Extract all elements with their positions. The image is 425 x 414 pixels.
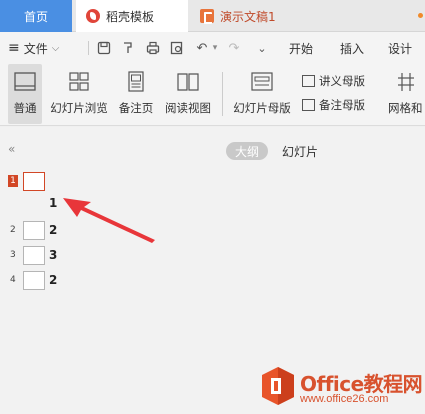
- divider: [88, 41, 89, 55]
- docer-icon: [86, 9, 100, 23]
- hamburger-icon: ≡: [8, 40, 20, 56]
- divider: [222, 72, 223, 116]
- format-painter-icon[interactable]: [120, 40, 136, 56]
- print-preview-icon[interactable]: [169, 40, 185, 56]
- tab-outline-label: 大纲: [234, 144, 259, 159]
- notes-page-icon: [123, 70, 149, 94]
- slide-master-icon: [249, 70, 275, 94]
- menu-start[interactable]: 开始: [289, 32, 313, 64]
- normal-view-button[interactable]: 普通: [8, 64, 42, 124]
- slide-number: 1: [8, 175, 18, 187]
- slide-sorter-icon: [66, 70, 92, 94]
- more-icon[interactable]: ⌄: [254, 40, 270, 56]
- tab-outline[interactable]: 大纲: [226, 142, 268, 160]
- save-icon[interactable]: [96, 40, 112, 56]
- menu-insert-label: 插入: [340, 41, 365, 56]
- collapse-panel-icon[interactable]: «: [8, 142, 15, 156]
- view-ribbon: 普通 幻灯片浏览 备注页 阅读视图 幻灯片母版 讲义母版 备注母版 网格和: [0, 64, 425, 126]
- normal-view-icon: [12, 70, 38, 94]
- tab-document[interactable]: 演示文稿1: [194, 0, 425, 32]
- handout-master-button[interactable]: 讲义母版: [302, 72, 365, 90]
- menu-insert[interactable]: 插入: [340, 32, 364, 64]
- slide-thumbnail[interactable]: [23, 221, 45, 240]
- chevron-down-icon: ⌵: [51, 42, 60, 54]
- print-icon[interactable]: [145, 40, 161, 56]
- normal-view-label: 普通: [13, 101, 37, 115]
- annotation-arrow-icon: [63, 198, 155, 243]
- tab-slides[interactable]: 幻灯片: [282, 142, 318, 160]
- grid-label: 网格和: [388, 101, 423, 115]
- tab-slides-label: 幻灯片: [282, 144, 319, 159]
- reading-view-button[interactable]: 阅读视图: [162, 64, 214, 124]
- outline-text[interactable]: 3: [49, 248, 57, 262]
- tab-template-label: 稻壳模板: [106, 9, 155, 24]
- chevron-down-icon[interactable]: ▾: [207, 40, 223, 56]
- slide-browse-label: 幻灯片浏览: [50, 101, 108, 115]
- tab-document-label: 演示文稿1: [220, 9, 276, 24]
- menu-design[interactable]: 设计: [388, 32, 412, 64]
- slide-thumbnail[interactable]: [23, 172, 45, 191]
- slide-browse-button[interactable]: 幻灯片浏览: [48, 64, 110, 124]
- file-menu[interactable]: ≡ 文件 ⌵: [8, 32, 59, 64]
- slide-number: 4: [10, 275, 16, 285]
- grid-button[interactable]: 网格和: [388, 64, 425, 124]
- notes-page-button[interactable]: 备注页: [116, 64, 156, 124]
- tab-template[interactable]: 稻壳模板: [76, 0, 188, 32]
- notes-master-label: 备注母版: [319, 98, 365, 112]
- slide-number: 3: [10, 250, 16, 260]
- slide-number: 2: [10, 225, 16, 235]
- book-icon: [175, 70, 201, 94]
- menu-start-label: 开始: [289, 41, 314, 56]
- handout-master-label: 讲义母版: [319, 74, 365, 88]
- reading-view-label: 阅读视图: [165, 101, 211, 115]
- presentation-icon: [200, 9, 214, 24]
- menu-design-label: 设计: [388, 41, 413, 56]
- watermark-url: www.office26.com: [300, 393, 389, 405]
- office-logo-icon: [262, 367, 294, 405]
- file-menu-label: 文件: [23, 41, 48, 56]
- redo-icon[interactable]: ↷: [226, 40, 242, 56]
- slide-thumbnail[interactable]: [23, 271, 45, 290]
- notes-master-button[interactable]: 备注母版: [302, 96, 365, 114]
- handout-icon: [302, 75, 315, 87]
- tab-home[interactable]: 首页: [0, 0, 72, 32]
- notes-master-icon: [302, 99, 315, 111]
- grid-icon: [398, 70, 424, 94]
- tab-bar: 首页 稻壳模板 演示文稿1: [0, 0, 425, 32]
- unsaved-dot-icon: [418, 13, 423, 18]
- notes-page-label: 备注页: [118, 101, 154, 115]
- outline-text[interactable]: 2: [49, 273, 57, 287]
- menu-bar: ≡ 文件 ⌵ ↶ ▾ ↷ ⌄ 开始 插入 设计: [0, 32, 425, 64]
- slide-thumbnail[interactable]: [23, 246, 45, 265]
- slide-master-label: 幻灯片母版: [233, 101, 291, 115]
- tab-home-label: 首页: [23, 9, 48, 24]
- slide-master-button[interactable]: 幻灯片母版: [230, 64, 294, 124]
